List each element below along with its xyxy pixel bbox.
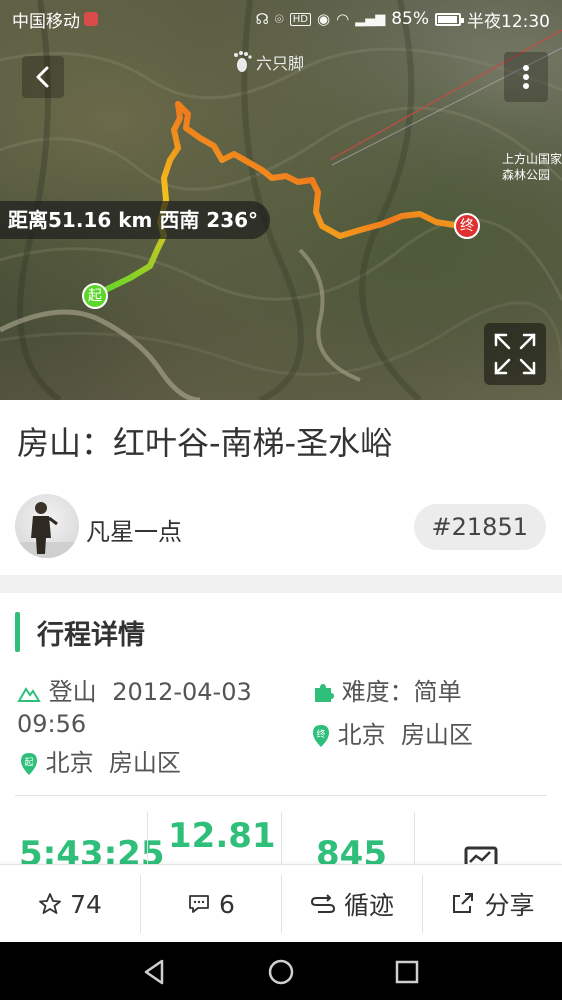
back-arrow-icon — [36, 66, 49, 88]
headset-icon: ☊ — [255, 10, 269, 28]
nav-home-icon[interactable] — [266, 957, 296, 987]
status-bar: 中国移动 ☊ ⌾ HD ◉ ◠ ▂▄▆ 85% 半夜12:30 — [0, 0, 562, 38]
route-id-badge: #21851 — [413, 504, 546, 550]
signal-icon: ▂▄▆ — [355, 11, 386, 27]
track-icon — [310, 894, 335, 913]
fullscreen-button[interactable] — [484, 323, 546, 385]
nav-recent-icon[interactable] — [392, 957, 422, 987]
time-value: 09:56 — [17, 710, 87, 738]
wifi-icon: ◠ — [336, 10, 350, 28]
system-nav-bar — [0, 942, 562, 1000]
trip-details-header: 行程详情 — [15, 610, 145, 654]
end-location-info: 终 北京 房山区 — [312, 719, 473, 751]
section-accent-bar — [15, 612, 20, 652]
comment-count: 6 — [219, 889, 235, 919]
location-icon: ⌾ — [274, 10, 284, 28]
stat-distance: 12.81 — [168, 816, 276, 856]
clock: 半夜12:30 — [467, 11, 550, 32]
like-button[interactable]: 74 — [0, 865, 140, 943]
brand-name: 六只脚 — [256, 54, 305, 73]
start-marker: 起 — [82, 283, 108, 309]
like-count: 74 — [70, 889, 102, 919]
start-location-info: 起 北京 房山区 — [20, 747, 181, 779]
back-button[interactable] — [22, 56, 64, 98]
share-button[interactable]: 分享 — [423, 865, 562, 943]
route-map[interactable]: 起 终 中国移动 ☊ ⌾ HD ◉ ◠ ▂▄▆ 85% 半夜12:30 六只脚 … — [0, 0, 562, 400]
section-separator — [0, 575, 562, 593]
end-pin-glyph: 终 — [316, 728, 325, 740]
location-pin-icon: 起 — [21, 753, 37, 775]
difficulty-info: 难度：简单 — [312, 676, 462, 708]
end-location: 北京 房山区 — [337, 721, 473, 749]
end-marker: 终 — [454, 213, 480, 239]
date-value: 2012-04-03 — [112, 678, 252, 706]
comment-icon — [189, 895, 209, 913]
section-title: 行程详情 — [37, 619, 145, 651]
puzzle-icon — [315, 684, 334, 702]
eye-icon: ◉ — [317, 10, 331, 28]
distance-direction-label: 距离51.16 km 西南 236° — [0, 201, 271, 239]
start-location: 北京 房山区 — [45, 749, 181, 777]
details-divider — [15, 795, 547, 796]
comment-button[interactable]: 6 — [141, 865, 281, 943]
footprint-icon — [234, 51, 252, 72]
more-vertical-icon — [523, 65, 529, 89]
more-options-button[interactable] — [504, 52, 548, 102]
date-label: 登山 — [48, 678, 97, 706]
stat-elevation: 845 — [316, 834, 387, 864]
stats-divider — [147, 812, 148, 864]
elevation-chart-icon[interactable] — [464, 846, 498, 864]
author-row: 凡星一点 #21851 — [0, 490, 562, 564]
nav-back-icon[interactable] — [140, 957, 170, 987]
app-notification-icon — [84, 12, 98, 26]
avatar[interactable] — [15, 494, 79, 558]
battery-icon — [435, 12, 464, 26]
map-place-label: 上方山国家森林公园 — [502, 152, 562, 182]
carrier-label: 中国移动 — [12, 11, 80, 32]
hd-icon: HD — [289, 12, 312, 26]
location-pin-icon: 终 — [313, 725, 329, 747]
screen: 起 终 中国移动 ☊ ⌾ HD ◉ ◠ ▂▄▆ 85% 半夜12:30 六只脚 … — [0, 0, 562, 1000]
difficulty-label: 难度： — [341, 678, 414, 706]
star-icon — [39, 893, 61, 914]
fullscreen-icon — [494, 333, 536, 375]
share-label: 分享 — [484, 891, 535, 920]
battery-percent: 85% — [391, 9, 429, 29]
stats-divider — [281, 812, 282, 864]
stat-duration: 5:43:25 — [19, 834, 165, 864]
action-bar: 74 6 循迹 分享 — [0, 864, 562, 942]
mountain-icon — [17, 687, 41, 702]
route-title: 房山：红叶谷-南梯-圣水峪 — [17, 424, 393, 462]
stats-divider — [414, 812, 415, 864]
start-pin-glyph: 起 — [24, 757, 33, 768]
difficulty-value: 简单 — [413, 678, 462, 706]
avatar-person-icon — [15, 502, 79, 558]
author-name[interactable]: 凡星一点 — [86, 512, 182, 547]
brand-logo: 六只脚 — [232, 50, 304, 74]
share-icon — [453, 893, 474, 913]
track-label: 循迹 — [343, 891, 394, 920]
date-info: 登山 2012-04-03 09:56 — [17, 676, 297, 740]
track-button[interactable]: 循迹 — [282, 865, 422, 943]
